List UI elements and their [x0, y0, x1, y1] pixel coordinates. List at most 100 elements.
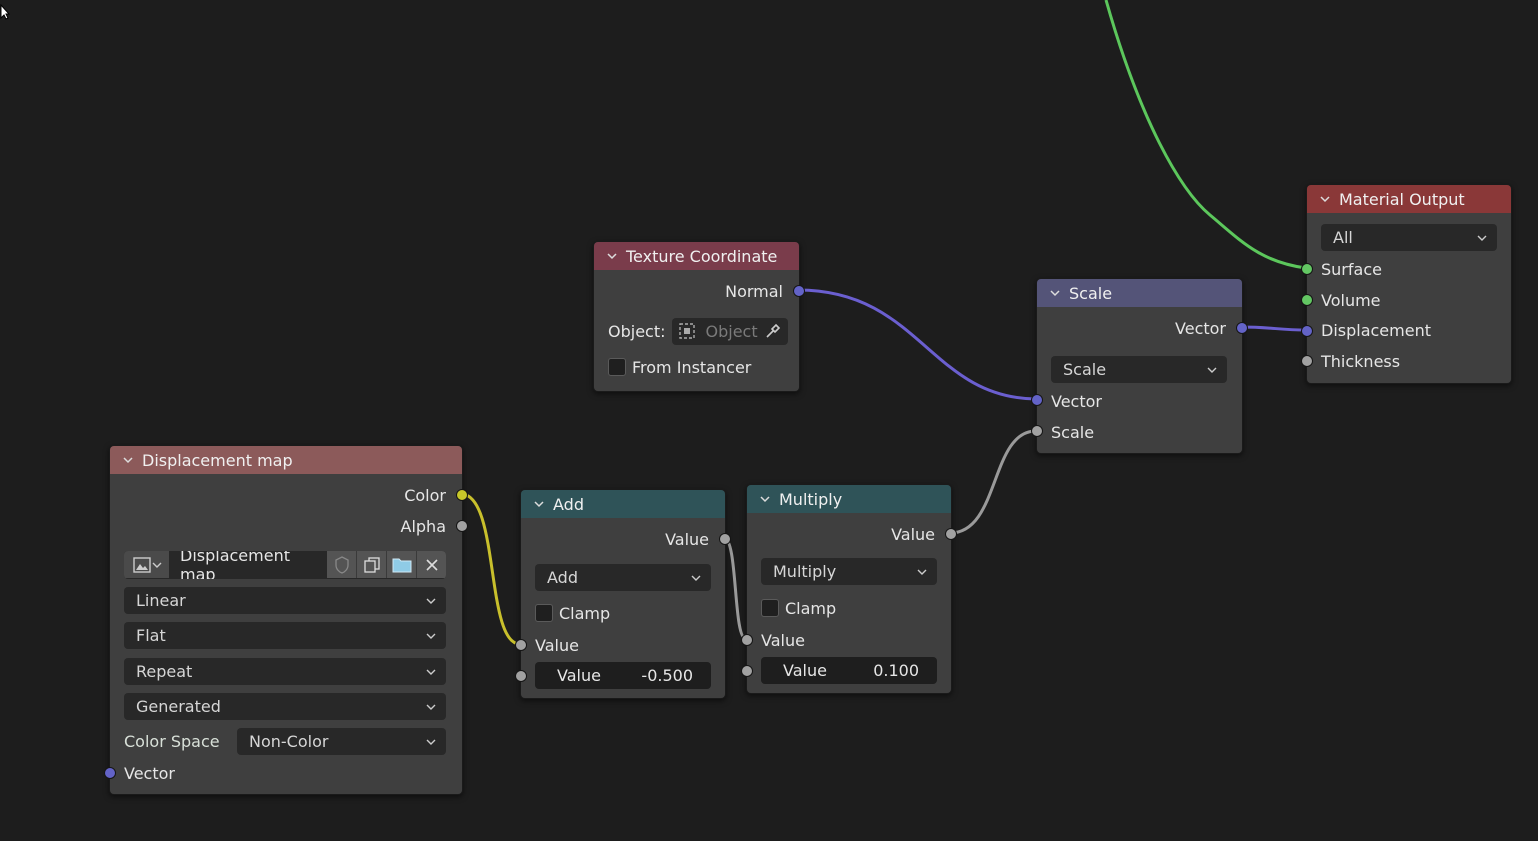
dropdown-value: All [1333, 228, 1353, 247]
image-icon [132, 556, 151, 573]
color-space-dropdown[interactable]: Non-Color [237, 728, 446, 755]
value-field[interactable]: Value -0.500 [535, 662, 711, 689]
chevron-down-icon [426, 598, 436, 604]
new-image-button[interactable] [356, 551, 386, 578]
node-title: Scale [1069, 283, 1113, 303]
vector-input-socket[interactable] [104, 767, 116, 779]
texture-coordinate-node[interactable]: Texture Coordinate Normal Object: Object… [593, 241, 805, 392]
clamp-row[interactable]: Clamp [747, 595, 951, 621]
eyedropper-icon[interactable] [764, 322, 782, 340]
object-placeholder: Object [705, 321, 758, 341]
node-header[interactable]: Displacement map [110, 446, 462, 474]
node-header[interactable]: Scale [1037, 279, 1242, 307]
input-displacement: Displacement [1307, 317, 1511, 343]
vector-scale-node[interactable]: Scale Vector Scale Vector Scale [1031, 278, 1248, 454]
chevron-down-icon [426, 704, 436, 710]
thickness-socket[interactable] [1301, 355, 1313, 367]
node-title: Displacement map [142, 450, 293, 470]
link-normal-to-scale-vector [797, 288, 1037, 401]
clamp-row[interactable]: Clamp [521, 600, 725, 626]
projection-dropdown[interactable]: Flat [124, 622, 446, 649]
value-input-socket-1[interactable] [515, 639, 527, 651]
image-browse-button[interactable] [124, 551, 169, 578]
operation-dropdown[interactable]: Multiply [761, 558, 937, 585]
node-title: Material Output [1339, 189, 1465, 209]
value-input-socket-2[interactable] [515, 670, 527, 682]
field-label: Value [783, 661, 827, 680]
value-input-socket-2[interactable] [741, 665, 753, 677]
node-header[interactable]: Add [521, 490, 725, 518]
operation-dropdown[interactable]: Add [535, 564, 711, 591]
input-surface: Surface [1307, 256, 1511, 282]
input-vector: Vector [110, 760, 462, 786]
dropdown-value: Scale [1063, 360, 1107, 379]
clamp-checkbox[interactable] [761, 599, 779, 617]
output-normal: Normal [594, 278, 799, 304]
socket-label: Value [761, 630, 805, 650]
socket-label: Normal [725, 281, 783, 301]
checkbox-label: Clamp [559, 603, 611, 623]
operation-dropdown[interactable]: Scale [1051, 356, 1227, 383]
math-multiply-node[interactable]: Multiply Value Multiply Clamp Value Valu… [741, 484, 957, 694]
collapse-chevron-icon[interactable] [1049, 287, 1061, 299]
volume-socket[interactable] [1301, 294, 1313, 306]
input-value: Value [747, 627, 951, 653]
chevron-down-icon [1477, 235, 1487, 241]
collapse-chevron-icon[interactable] [533, 498, 545, 510]
node-body: Normal Object: Object From Instancer [594, 270, 799, 391]
object-field[interactable]: Object [671, 317, 788, 345]
socket-label: Value [665, 529, 709, 549]
chevron-down-icon [691, 575, 701, 581]
socket-label: Displacement [1321, 320, 1431, 340]
fake-user-button[interactable] [327, 551, 356, 578]
vector-input-socket[interactable] [1031, 394, 1043, 406]
input-scale: Scale [1037, 419, 1242, 445]
socket-label: Thickness [1321, 351, 1401, 371]
dropdown-value: Flat [136, 626, 166, 645]
collapse-chevron-icon[interactable] [606, 250, 618, 262]
target-dropdown[interactable]: All [1321, 224, 1497, 251]
surface-socket[interactable] [1301, 263, 1313, 275]
value-output-socket[interactable] [719, 533, 731, 545]
object-label: Object: [608, 321, 666, 341]
dropdown-value: Generated [136, 697, 221, 716]
value-input-socket-1[interactable] [741, 634, 753, 646]
image-texture-node[interactable]: Displacement map Color Alpha Displacemen… [104, 445, 468, 795]
socket-label: Color [404, 485, 446, 505]
collapse-chevron-icon[interactable] [122, 454, 134, 466]
node-body: All Surface Volume Displacement Thicknes… [1307, 213, 1511, 383]
dropdown-value: Repeat [136, 662, 193, 681]
extension-dropdown[interactable]: Repeat [124, 658, 446, 685]
from-instancer-row[interactable]: From Instancer [594, 354, 799, 380]
alpha-output-socket[interactable] [456, 520, 468, 532]
socket-label: Scale [1051, 422, 1095, 442]
node-body: Vector Scale Vector Scale [1037, 307, 1242, 453]
object-icon [678, 323, 695, 339]
node-header[interactable]: Texture Coordinate [594, 242, 799, 270]
math-add-node[interactable]: Add Value Add Clamp Value Value -0.500 [515, 489, 731, 699]
material-output-node[interactable]: Material Output All Surface Volume Displ… [1301, 184, 1512, 384]
unlink-image-button[interactable] [416, 551, 446, 578]
interpolation-dropdown[interactable]: Linear [124, 587, 446, 614]
collapse-chevron-icon[interactable] [1319, 193, 1331, 205]
value-field[interactable]: Value 0.100 [761, 657, 937, 684]
image-name-field[interactable]: Displacement map [169, 551, 327, 579]
collapse-chevron-icon[interactable] [759, 493, 771, 505]
node-body: Value Add Clamp Value Value -0.500 [521, 518, 725, 698]
clamp-checkbox[interactable] [535, 604, 553, 622]
chevron-down-icon [917, 569, 927, 575]
source-dropdown[interactable]: Generated [124, 693, 446, 720]
open-image-button[interactable] [386, 551, 416, 578]
input-thickness: Thickness [1307, 348, 1511, 374]
node-header[interactable]: Multiply [747, 485, 951, 513]
color-output-socket[interactable] [456, 489, 468, 501]
displacement-socket[interactable] [1301, 325, 1313, 337]
node-header[interactable]: Material Output [1307, 185, 1511, 213]
scale-input-socket[interactable] [1031, 425, 1043, 437]
normal-socket[interactable] [793, 285, 805, 297]
value-output-socket[interactable] [945, 528, 957, 540]
socket-label: Volume [1321, 290, 1381, 310]
from-instancer-checkbox[interactable] [608, 358, 626, 376]
vector-output-socket[interactable] [1236, 322, 1248, 334]
socket-label: Vector [1051, 391, 1102, 411]
